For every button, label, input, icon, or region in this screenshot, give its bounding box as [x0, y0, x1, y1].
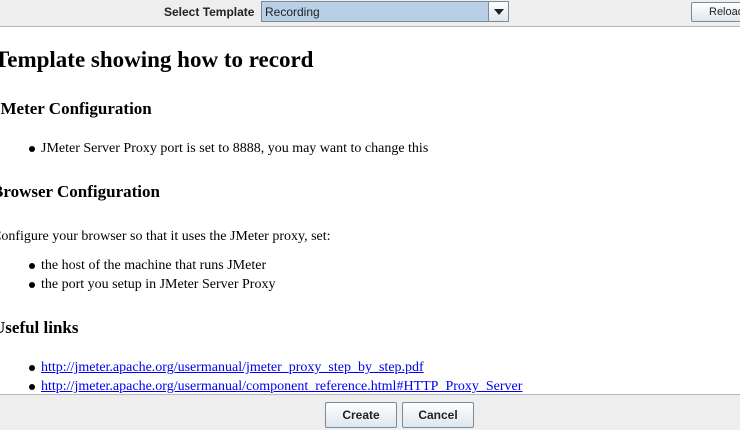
bullet-icon [29, 146, 35, 152]
list-item: JMeter Server Proxy port is set to 8888,… [29, 141, 428, 157]
list-item: the port you setup in JMeter Server Prox… [29, 277, 275, 293]
list-item-text: the host of the machine that runs JMeter [41, 258, 267, 273]
cancel-button[interactable]: Cancel [402, 402, 474, 428]
page-title: Template showing how to record [0, 47, 314, 72]
template-select[interactable]: Recording [261, 1, 509, 22]
dialog-button-bar: Create Cancel [0, 394, 740, 430]
template-toolbar: Select Template Recording Reload [0, 0, 740, 27]
create-button[interactable]: Create [325, 402, 397, 428]
bullet-icon [29, 384, 35, 390]
list-item: http://jmeter.apache.org/usermanual/jmet… [29, 360, 424, 376]
bullet-icon [29, 365, 35, 371]
useful-links-heading: Useful links [0, 318, 79, 337]
browser-config-heading: Browser Configuration [0, 182, 160, 201]
list-item: http://jmeter.apache.org/usermanual/comp… [29, 379, 522, 394]
bullet-icon [29, 263, 35, 269]
list-item-text: JMeter Server Proxy port is set to 8888,… [41, 141, 429, 156]
template-description-pane: Template showing how to record JMeter Co… [0, 27, 740, 394]
dropdown-arrow-icon[interactable] [488, 2, 508, 21]
template-select-value: Recording [265, 5, 320, 19]
browser-intro-text: Configure your browser so that it uses t… [0, 229, 331, 244]
list-item-text: the port you setup in JMeter Server Prox… [41, 277, 276, 292]
component-reference-link[interactable]: http://jmeter.apache.org/usermanual/comp… [41, 379, 522, 394]
jmeter-proxy-pdf-link[interactable]: http://jmeter.apache.org/usermanual/jmet… [41, 360, 424, 376]
jmeter-config-heading: JMeter Configuration [0, 99, 152, 118]
bullet-icon [29, 282, 35, 288]
reload-button[interactable]: Reload [691, 2, 740, 22]
select-template-label: Select Template [164, 5, 255, 19]
list-item: the host of the machine that runs JMeter [29, 258, 266, 274]
